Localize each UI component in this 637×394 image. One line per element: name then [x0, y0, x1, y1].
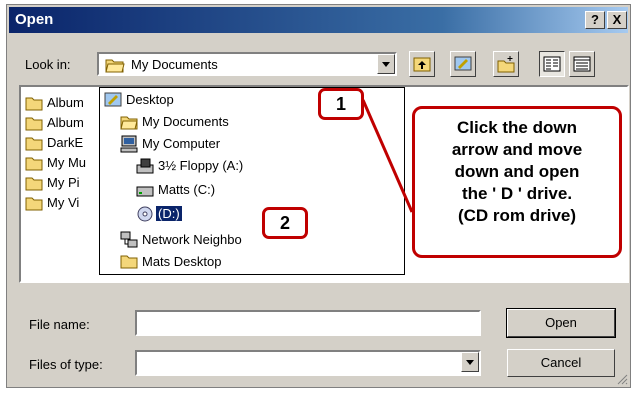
- instruction-note: Click the down arrow and move down and o…: [412, 106, 622, 258]
- callout-1: 1: [318, 88, 364, 120]
- instruction-text: Click the down arrow and move down and o…: [451, 118, 583, 225]
- callout-2: 2: [262, 207, 308, 239]
